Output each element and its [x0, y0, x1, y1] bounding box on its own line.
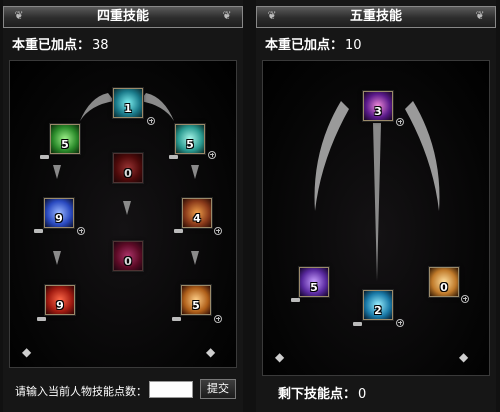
- add-point-icon[interactable]: [77, 227, 85, 235]
- add-point-icon[interactable]: [147, 117, 155, 125]
- panel-title: 五重技能: [349, 9, 402, 24]
- remaining-points-value: 0: [358, 387, 367, 402]
- skill-slot[interactable]: 1: [113, 88, 143, 118]
- add-point-icon[interactable]: [461, 295, 469, 303]
- skill-slot[interactable]: 0: [429, 267, 459, 297]
- points-used: 本重已加点： 38: [12, 34, 109, 53]
- arrow-down-icon: [53, 251, 61, 265]
- skill-level: 9: [55, 212, 63, 225]
- remaining-points: 剩下技能点： 0: [278, 383, 366, 402]
- skill-level: 4: [193, 212, 201, 225]
- add-point-icon[interactable]: [208, 151, 216, 159]
- skill-points-input[interactable]: [149, 381, 193, 398]
- skill-slot[interactable]: 0: [113, 241, 143, 271]
- line-center-decoration: [373, 123, 381, 281]
- panel-titlebar: ❦ 五重技能 ❦: [256, 6, 496, 28]
- ornament-icon: ❦: [475, 9, 485, 22]
- arc-left-decoration: [80, 93, 114, 121]
- skill-level: 0: [124, 167, 132, 180]
- remove-point-icon[interactable]: [174, 229, 183, 233]
- ornament-icon: ❦: [267, 9, 277, 22]
- remove-point-icon[interactable]: [169, 155, 178, 159]
- remove-point-icon[interactable]: [291, 298, 300, 302]
- skill-slot[interactable]: 2: [363, 290, 393, 320]
- skill-tree: 3 5 2 0 ◆ ◆: [262, 60, 490, 376]
- skill-level: 2: [374, 304, 382, 317]
- arrow-down-icon: [191, 165, 199, 179]
- scroll-left-icon[interactable]: ◆: [275, 350, 284, 364]
- skill-slot[interactable]: 0: [113, 153, 143, 183]
- remove-point-icon[interactable]: [40, 155, 49, 159]
- remove-point-icon[interactable]: [172, 317, 181, 321]
- scroll-left-icon[interactable]: ◆: [22, 345, 31, 359]
- points-used: 本重已加点： 10: [265, 34, 362, 53]
- points-used-label: 本重已加点：: [265, 38, 344, 53]
- skill-level: 9: [56, 299, 64, 312]
- arc-right-decoration: [140, 93, 174, 121]
- skill-slot[interactable]: 9: [45, 285, 75, 315]
- skill-panel-tier-4: ❦ 四重技能 ❦ 本重已加点： 38 1 5 5 0 9 4 0 9 5 ◆ ◆…: [3, 0, 243, 412]
- add-point-icon[interactable]: [396, 319, 404, 327]
- skill-slot[interactable]: 5: [50, 124, 80, 154]
- points-used-label: 本重已加点：: [12, 38, 91, 53]
- skill-level: 5: [192, 299, 200, 312]
- skill-level: 0: [440, 281, 448, 294]
- arrow-down-icon: [123, 201, 131, 215]
- add-point-icon[interactable]: [396, 118, 404, 126]
- skill-level: 3: [374, 105, 382, 118]
- points-used-value: 10: [345, 38, 362, 53]
- skill-slot[interactable]: 3: [363, 91, 393, 121]
- skill-level: 5: [310, 281, 318, 294]
- curve-right-decoration: [405, 101, 440, 211]
- panel-title: 四重技能: [96, 9, 149, 24]
- remove-point-icon[interactable]: [353, 322, 362, 326]
- remove-point-icon[interactable]: [34, 229, 43, 233]
- skill-panel-tier-5: ❦ 五重技能 ❦ 本重已加点： 10 3 5 2 0 ◆ ◆ 剩下技能点： 0: [256, 0, 496, 412]
- skill-level: 0: [124, 255, 132, 268]
- skill-points-input-label: 请输入当前人物技能点数：: [15, 385, 147, 398]
- panel-titlebar: ❦ 四重技能 ❦: [3, 6, 243, 28]
- add-point-icon[interactable]: [214, 227, 222, 235]
- curve-left-decoration: [314, 101, 349, 211]
- arrow-down-icon: [53, 165, 61, 179]
- points-used-value: 38: [92, 38, 109, 53]
- arrow-down-icon: [191, 251, 199, 265]
- ornament-icon: ❦: [14, 9, 24, 22]
- skill-tree: 1 5 5 0 9 4 0 9 5 ◆ ◆: [9, 60, 237, 368]
- ornament-icon: ❦: [222, 9, 232, 22]
- scroll-right-icon[interactable]: ◆: [206, 345, 215, 359]
- skill-slot[interactable]: 9: [44, 198, 74, 228]
- skill-slot[interactable]: 5: [175, 124, 205, 154]
- add-point-icon[interactable]: [214, 315, 222, 323]
- remaining-points-label: 剩下技能点：: [278, 387, 357, 402]
- skill-slot[interactable]: 5: [181, 285, 211, 315]
- skill-level: 1: [124, 102, 132, 115]
- submit-button[interactable]: 提交: [200, 379, 236, 399]
- skill-slot[interactable]: 4: [182, 198, 212, 228]
- scroll-right-icon[interactable]: ◆: [459, 350, 468, 364]
- remove-point-icon[interactable]: [37, 317, 46, 321]
- skill-level: 5: [186, 138, 194, 151]
- skill-level: 5: [61, 138, 69, 151]
- skill-slot[interactable]: 5: [299, 267, 329, 297]
